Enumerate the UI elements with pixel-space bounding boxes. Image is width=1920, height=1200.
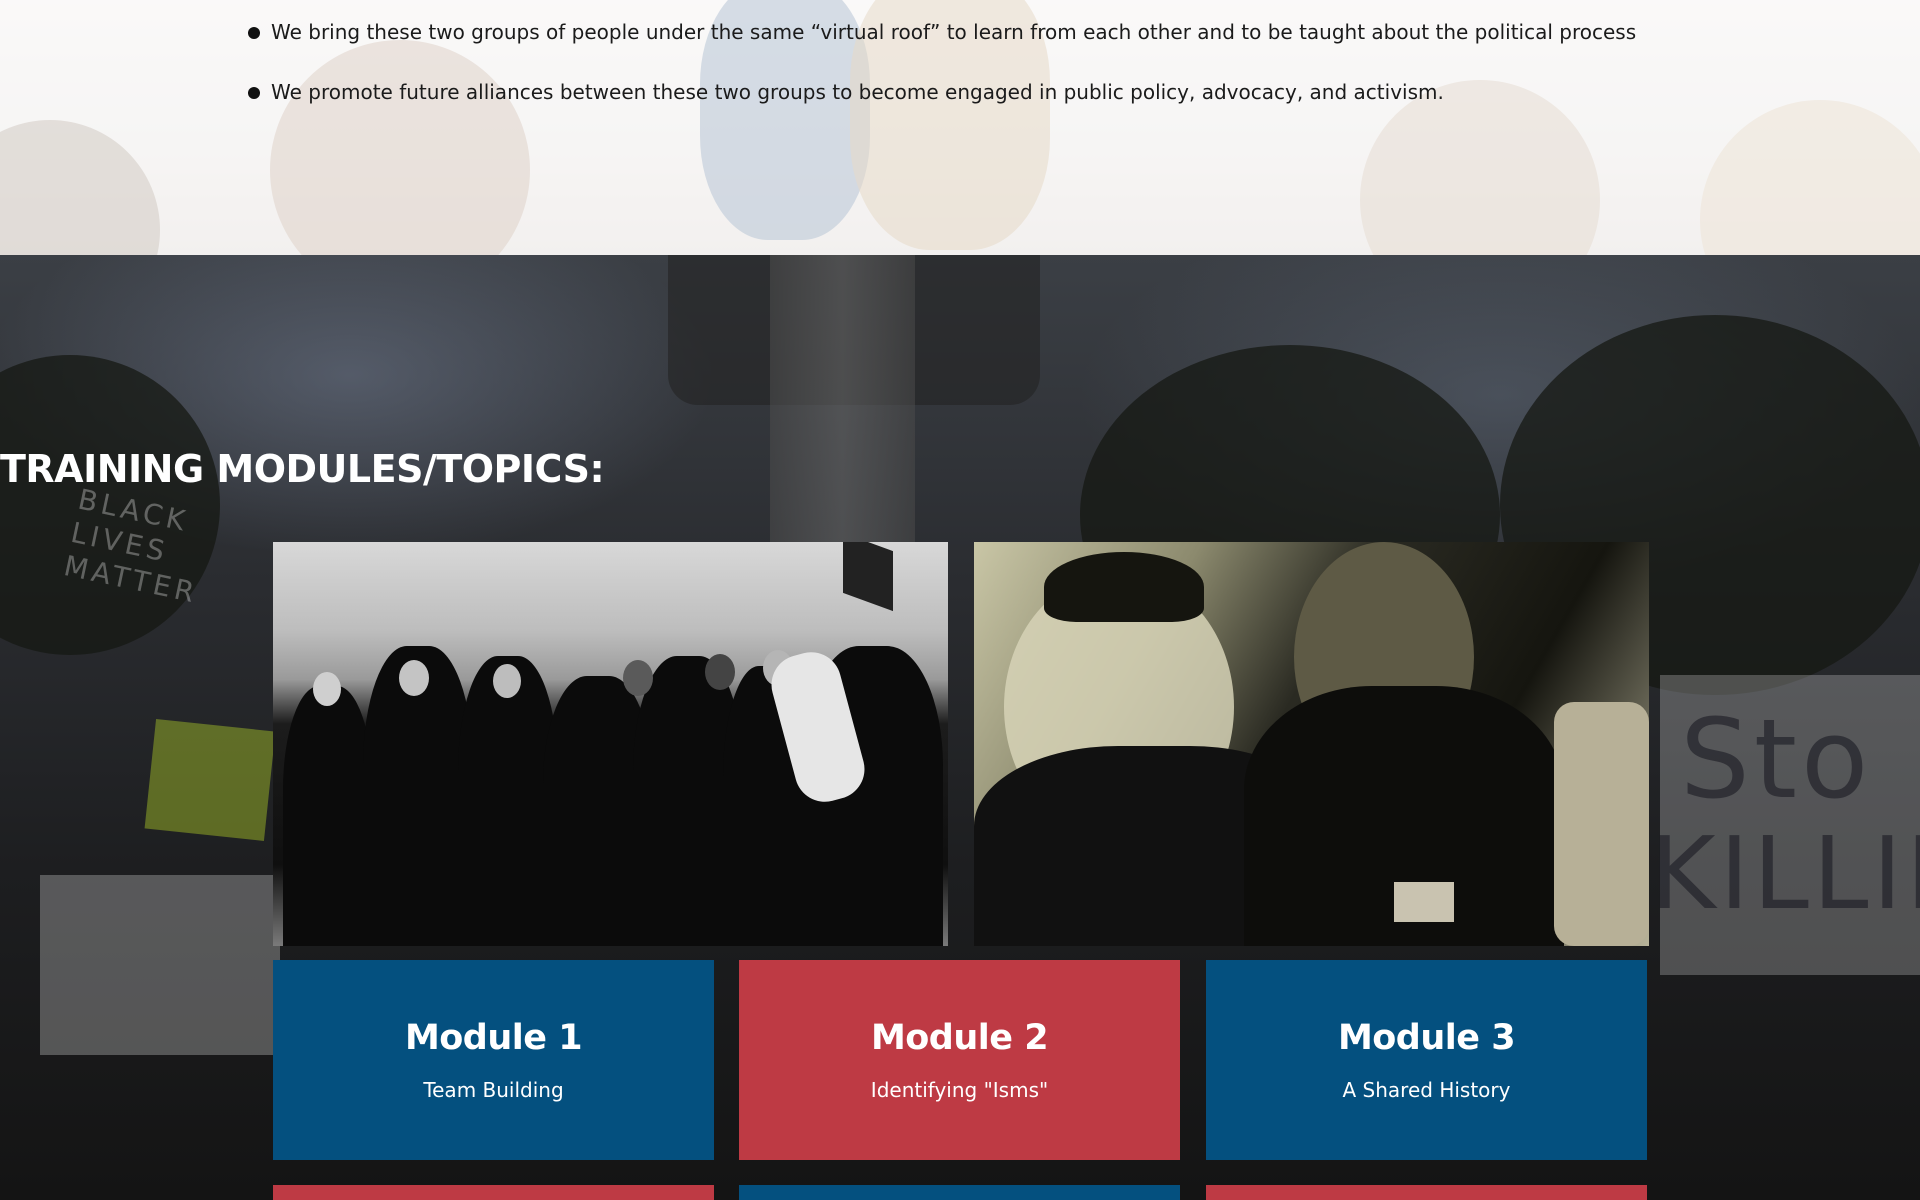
module-subtitle: Identifying "Isms" <box>870 1078 1049 1102</box>
module-card-6[interactable] <box>1206 1185 1647 1200</box>
module-subtitle: A Shared History <box>1342 1078 1511 1102</box>
bullet-icon <box>248 27 260 39</box>
photo-figure <box>283 686 373 946</box>
leaders-photo <box>974 542 1649 946</box>
photo-head <box>399 660 429 696</box>
photo-head <box>493 664 521 698</box>
photo-head <box>705 654 735 690</box>
photo-head <box>1044 552 1204 622</box>
section-title: TRAINING MODULES/TOPICS: <box>0 447 605 491</box>
intro-bullet-list: We bring these two groups of people unde… <box>248 14 1636 134</box>
photo-scroll <box>1554 702 1649 946</box>
module-card-2[interactable]: Module 2 Identifying "Isms" <box>739 960 1180 1160</box>
photo-flag-patch <box>1394 882 1454 922</box>
module-card-1[interactable]: Module 1 Team Building <box>273 960 714 1160</box>
background-sign <box>40 875 280 1055</box>
photo-head <box>313 672 341 706</box>
intro-section: We bring these two groups of people unde… <box>0 0 1920 255</box>
module-subtitle: Team Building <box>423 1078 564 1102</box>
module-title: Module 3 <box>1337 1018 1516 1058</box>
list-item: We promote future alliances between thes… <box>248 74 1636 110</box>
background-sign-text: Sto <box>1680 695 1873 823</box>
list-item: We bring these two groups of people unde… <box>248 14 1636 50</box>
background-sign-text: KILLIN <box>1650 815 1920 932</box>
photo-flag <box>843 542 893 612</box>
bullet-icon <box>248 87 260 99</box>
module-card-5[interactable] <box>739 1185 1180 1200</box>
photo-head <box>623 660 653 696</box>
march-photo <box>273 542 948 946</box>
training-section: Sto KILLIN BLACK LIVES MATTER TRAINING M… <box>0 255 1920 1200</box>
module-card-4[interactable] <box>273 1185 714 1200</box>
bullet-text: We promote future alliances between thes… <box>271 80 1444 104</box>
module-title: Module 1 <box>404 1018 583 1058</box>
module-title: Module 2 <box>870 1018 1049 1058</box>
background-sign <box>144 719 276 841</box>
bullet-text: We bring these two groups of people unde… <box>271 20 1637 44</box>
module-card-3[interactable]: Module 3 A Shared History <box>1206 960 1647 1160</box>
